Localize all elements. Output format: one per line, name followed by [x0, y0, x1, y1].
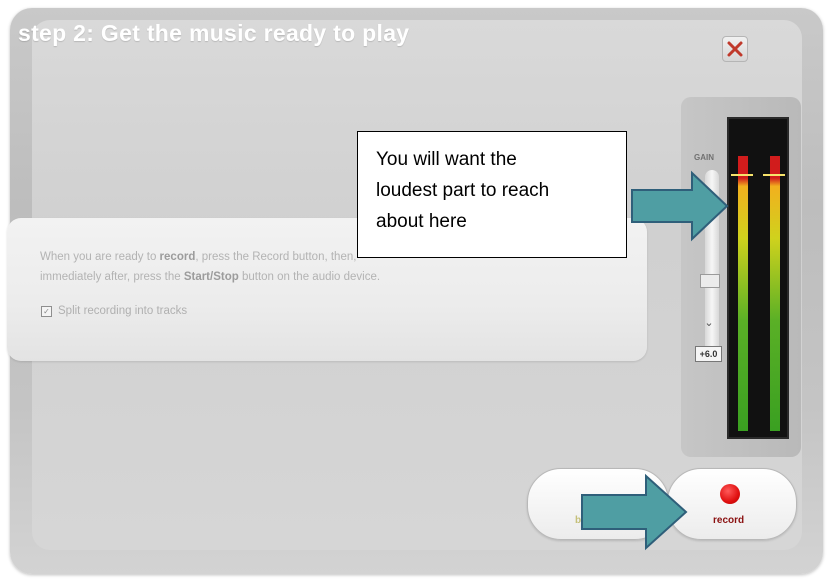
- peak-line-right: [763, 174, 785, 176]
- record-dot-icon: [720, 484, 740, 504]
- chevron-down-icon[interactable]: ⌄: [701, 316, 717, 330]
- gain-label: GAIN: [694, 153, 714, 162]
- gain-slider-handle[interactable]: [700, 274, 720, 288]
- instruction-line2-pre: immediately after, press the: [40, 271, 184, 283]
- instruction-line2-post: button on the audio device.: [238, 271, 381, 283]
- annotation-callout: You will want the loudest part to reach …: [357, 131, 627, 258]
- callout-line2: loudest part to reach: [376, 180, 550, 201]
- callout-line1: You will want the: [376, 149, 517, 170]
- instruction-record-word: record: [159, 251, 196, 263]
- instruction-startstop-word: Start/Stop: [183, 271, 239, 283]
- split-tracks-label: Split recording into tracks: [58, 305, 188, 317]
- instruction-line1-pre: When you are ready to: [40, 251, 160, 263]
- annotation-arrow-record: [581, 473, 688, 551]
- callout-line3: about here: [376, 211, 467, 232]
- annotation-arrow-meter: [631, 170, 729, 242]
- level-meter: [727, 117, 789, 439]
- close-x-icon: [727, 41, 743, 57]
- dialog-title: step 2: Get the music ready to play: [18, 20, 410, 46]
- close-button[interactable]: [722, 36, 748, 62]
- meter-bar-right: [770, 156, 780, 431]
- split-tracks-checkbox[interactable]: ✓: [41, 305, 52, 317]
- meter-bar-left: [738, 156, 748, 431]
- peak-line-left: [731, 174, 753, 176]
- split-tracks-option[interactable]: ✓ Split recording into tracks: [41, 305, 187, 317]
- gain-db-readout: +6.0: [695, 346, 722, 362]
- instruction-line1-post: , press the Record button, then,: [195, 251, 357, 263]
- record-button-label: record: [713, 515, 745, 526]
